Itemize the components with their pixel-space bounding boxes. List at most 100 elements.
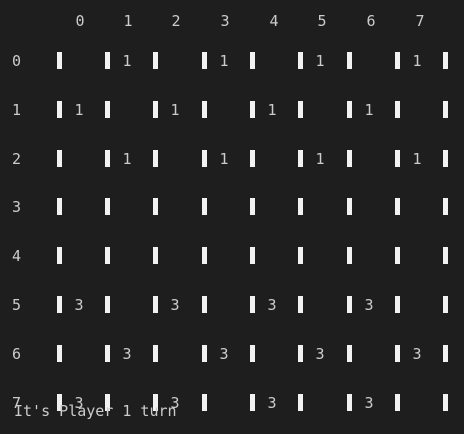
board-cell	[362, 197, 376, 217]
board-cell	[120, 246, 134, 266]
cell-divider	[250, 344, 255, 362]
board-cell: 1	[122, 52, 132, 70]
board-cell: 1	[364, 100, 374, 119]
board-cell	[265, 344, 279, 364]
row-label: 0	[12, 52, 22, 70]
board-cell	[168, 51, 182, 71]
cell-divider	[153, 100, 158, 118]
column-header: 6	[366, 12, 376, 30]
cell-divider	[57, 149, 62, 167]
cell-divider	[250, 393, 255, 411]
cell-divider	[250, 52, 255, 69]
board-cell	[410, 246, 424, 266]
cell-divider	[105, 344, 110, 362]
cell-divider	[250, 296, 255, 313]
cell-divider	[202, 344, 207, 362]
cell-divider	[202, 247, 207, 265]
cell-divider	[153, 344, 158, 362]
cell-divider	[443, 393, 448, 411]
board-cell: 3	[267, 296, 277, 314]
cell-divider	[347, 100, 352, 118]
cell-divider	[443, 52, 448, 69]
board-cell: 1	[412, 52, 422, 70]
cell-divider	[153, 247, 158, 265]
cell-divider	[105, 149, 110, 167]
board-cell	[120, 295, 134, 315]
cell-divider	[57, 52, 62, 69]
turn-status: It's Player 1 turn	[14, 402, 177, 420]
cell-divider	[153, 52, 158, 69]
board-cell: 1	[74, 100, 84, 119]
cell-divider	[298, 149, 303, 167]
board-cell	[72, 246, 86, 266]
board-cell: 3	[74, 296, 84, 314]
board-cell	[72, 51, 86, 71]
board-cell	[362, 149, 376, 169]
cell-divider	[347, 344, 352, 362]
row-label: 2	[12, 149, 22, 168]
cell-divider	[298, 52, 303, 69]
cell-divider	[443, 247, 448, 265]
row-label: 3	[12, 198, 22, 217]
board-cell	[217, 100, 231, 120]
board-cell: 3	[364, 393, 374, 412]
cell-divider	[57, 100, 62, 118]
board-cell	[120, 197, 134, 217]
cell-divider	[298, 344, 303, 362]
board-cell: 1	[412, 149, 422, 168]
cell-divider	[250, 149, 255, 167]
cell-divider	[105, 52, 110, 69]
cell-divider	[395, 198, 400, 216]
cell-divider	[105, 198, 110, 216]
cell-divider	[250, 198, 255, 216]
column-header: 2	[171, 12, 181, 30]
board-cell	[217, 393, 231, 413]
cell-divider	[202, 52, 207, 69]
cell-divider	[395, 393, 400, 411]
cell-divider	[57, 247, 62, 265]
cell-divider	[347, 149, 352, 167]
cell-divider	[347, 198, 352, 216]
cell-divider	[105, 247, 110, 265]
column-header: 4	[269, 12, 279, 30]
board-cell	[72, 149, 86, 169]
board-cell	[313, 197, 327, 217]
board-cell	[410, 295, 424, 315]
cell-divider	[202, 198, 207, 216]
cell-divider	[202, 100, 207, 118]
cell-divider	[153, 149, 158, 167]
cell-divider	[443, 344, 448, 362]
terminal-output: 0123456701111111112111134533336333373333…	[0, 0, 464, 434]
cell-divider	[105, 296, 110, 313]
board-cell	[362, 246, 376, 266]
cell-divider	[395, 344, 400, 362]
board-cell	[72, 344, 86, 364]
board-cell: 3	[315, 344, 325, 363]
cell-divider	[298, 198, 303, 216]
board-cell	[313, 393, 327, 413]
cell-divider	[395, 52, 400, 69]
cell-divider	[395, 247, 400, 265]
board-cell: 3	[267, 393, 277, 412]
board-cell	[72, 197, 86, 217]
cell-divider	[298, 393, 303, 411]
board-cell	[410, 100, 424, 120]
board-cell	[313, 246, 327, 266]
cell-divider	[202, 296, 207, 313]
board-cell	[362, 51, 376, 71]
board-cell	[217, 295, 231, 315]
cell-divider	[57, 344, 62, 362]
board-cell: 3	[412, 344, 422, 363]
cell-divider	[57, 198, 62, 216]
board-cell	[313, 295, 327, 315]
board-cell	[265, 149, 279, 169]
board-cell	[362, 344, 376, 364]
cell-divider	[298, 296, 303, 313]
cell-divider	[443, 100, 448, 118]
board-cell	[313, 100, 327, 120]
board-cell	[120, 100, 134, 120]
column-header: 5	[317, 12, 327, 30]
cell-divider	[395, 149, 400, 167]
row-label: 5	[12, 296, 22, 314]
board-cell	[168, 149, 182, 169]
